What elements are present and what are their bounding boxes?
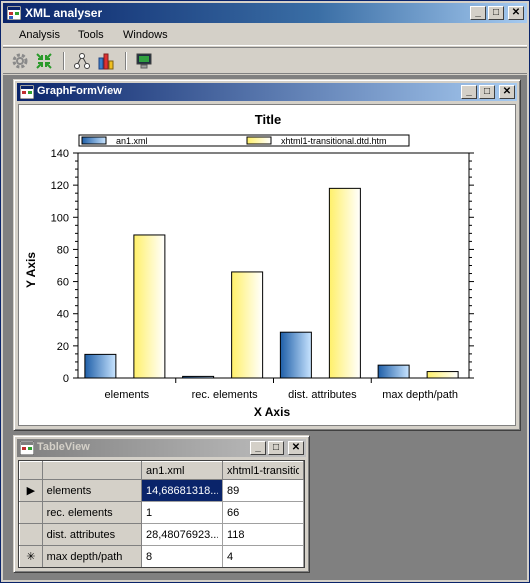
toolbar-separator xyxy=(125,52,127,70)
data-grid: an1.xml xhtml1-transitional.dtd.htm ▶ele… xyxy=(18,460,305,568)
table-row[interactable]: dist. attributes 28,48076923... 118 xyxy=(19,523,304,546)
gear-icon[interactable] xyxy=(11,52,29,70)
row-header[interactable]: ▶ xyxy=(19,479,43,502)
value-cell[interactable]: 14,68681318... xyxy=(140,479,223,502)
maximize-button[interactable]: □ xyxy=(488,6,504,20)
table-row[interactable]: ▶ elements 14,68681318... 89 xyxy=(19,479,304,502)
menu-tools[interactable]: Tools xyxy=(78,29,104,41)
grid-header-row: an1.xml xhtml1-transitional.dtd.htm xyxy=(19,461,304,480)
grid-corner xyxy=(19,461,43,480)
bar xyxy=(279,331,312,379)
legend-swatch xyxy=(246,136,272,145)
toolbar xyxy=(3,47,527,74)
chart-legend: an1.xml xhtml1-transitional.dtd.htm xyxy=(78,134,410,147)
compress-icon[interactable] xyxy=(35,52,53,70)
table-window: TableView _ □ ✕ an1.xml xhtml1-transitio… xyxy=(13,435,310,573)
bar-chart-icon[interactable] xyxy=(97,52,115,70)
x-axis-label: X Axis xyxy=(254,405,291,419)
bar xyxy=(133,234,166,379)
graph-window-titlebar[interactable]: GraphFormView _ □ ✕ xyxy=(17,83,517,101)
table-window-titlebar[interactable]: TableView _ □ ✕ xyxy=(17,439,306,457)
bar xyxy=(426,371,459,379)
close-button[interactable]: ✕ xyxy=(508,6,524,20)
monitor-icon[interactable] xyxy=(135,52,153,70)
x-tick-label: max depth/path xyxy=(382,389,458,401)
app-title: XML analyser xyxy=(25,6,103,20)
bar xyxy=(231,271,264,379)
toolbar-separator xyxy=(63,52,65,70)
table-window-title: TableView xyxy=(37,441,90,453)
tree-icon[interactable] xyxy=(73,52,91,70)
legend-label: an1.xml xyxy=(116,136,148,146)
value-cell[interactable]: 89 xyxy=(221,479,304,502)
bar xyxy=(328,187,361,379)
close-button[interactable]: ✕ xyxy=(499,85,515,99)
graph-window-title: GraphFormView xyxy=(37,85,122,97)
value-cell[interactable]: 66 xyxy=(221,501,304,524)
main-titlebar[interactable]: XML analyser _ □ ✕ xyxy=(3,3,527,23)
bar xyxy=(182,375,215,379)
y-tick-label: 40 xyxy=(57,309,69,321)
x-tick-label: rec. elements xyxy=(192,389,259,401)
bar-chart: Title an1.xml xhtml1-transitional.dtd.htm… xyxy=(24,112,474,419)
chart-title: Title xyxy=(255,112,282,127)
minimize-button[interactable]: _ xyxy=(470,6,486,20)
table-row[interactable]: ✳ max depth/path 8 4 xyxy=(19,545,304,567)
value-cell[interactable]: 4 xyxy=(221,545,304,567)
bar xyxy=(84,353,117,379)
x-tick-label: elements xyxy=(105,389,150,401)
row-header[interactable] xyxy=(19,501,43,524)
x-tick-label: dist. attributes xyxy=(288,389,357,401)
y-tick-label: 0 xyxy=(63,373,69,385)
row-header[interactable] xyxy=(19,523,43,546)
y-tick-label: 80 xyxy=(57,244,69,256)
value-cell[interactable]: 1 xyxy=(140,501,223,524)
row-name-cell[interactable]: max depth/path xyxy=(41,545,142,567)
menu-analysis[interactable]: Analysis xyxy=(19,29,60,41)
legend-label: xhtml1-transitional.dtd.htm xyxy=(281,136,387,146)
y-tick-label: 20 xyxy=(57,341,69,353)
row-name-cell[interactable]: elements xyxy=(41,479,142,502)
menu-windows[interactable]: Windows xyxy=(123,29,168,41)
table-row[interactable]: rec. elements 1 66 xyxy=(19,501,304,524)
y-tick-label: 100 xyxy=(51,212,69,224)
window-icon xyxy=(20,85,34,99)
column-header[interactable]: an1.xml xyxy=(140,461,223,480)
y-tick-label: 120 xyxy=(51,180,69,192)
maximize-button[interactable]: □ xyxy=(479,85,495,99)
value-cell[interactable]: 8 xyxy=(140,545,223,567)
y-axis-label: Y Axis xyxy=(24,252,38,288)
minimize-button[interactable]: _ xyxy=(250,441,266,455)
value-cell[interactable]: 28,48076923... xyxy=(140,523,223,546)
row-name-cell[interactable]: dist. attributes xyxy=(41,523,142,546)
app-icon xyxy=(7,6,21,20)
grid-rowname-header xyxy=(41,461,142,480)
graph-window: GraphFormView _ □ ✕ Title an1.xml xhtml1-… xyxy=(13,79,521,431)
value-cell[interactable]: 118 xyxy=(221,523,304,546)
close-button[interactable]: ✕ xyxy=(288,441,304,455)
y-tick-label: 140 xyxy=(51,148,69,160)
y-tick-label: 60 xyxy=(57,277,69,289)
minimize-button[interactable]: _ xyxy=(461,85,477,99)
menu-bar: Analysis Tools Windows xyxy=(3,25,527,46)
row-header[interactable]: ✳ xyxy=(19,545,43,567)
row-name-cell[interactable]: rec. elements xyxy=(41,501,142,524)
chart-panel: Title an1.xml xhtml1-transitional.dtd.htm… xyxy=(18,104,516,426)
bar xyxy=(377,364,410,379)
window-icon xyxy=(20,441,34,455)
legend-swatch xyxy=(81,136,107,145)
column-header[interactable]: xhtml1-transitional.dtd.htm xyxy=(221,461,304,480)
maximize-button[interactable]: □ xyxy=(268,441,284,455)
